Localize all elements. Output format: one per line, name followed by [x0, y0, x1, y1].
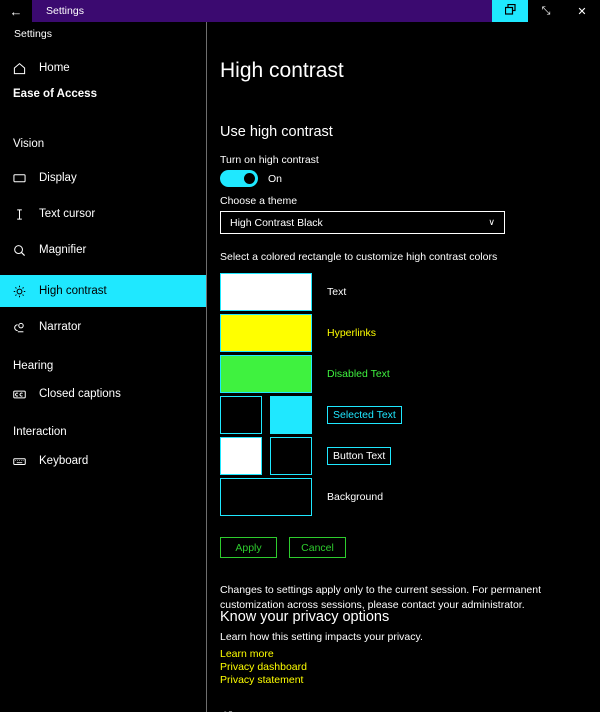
- sidebar-item-label: Closed captions: [39, 388, 121, 400]
- swatch-color-button-text-fg[interactable]: [220, 437, 262, 475]
- toggle-state-label: On: [268, 172, 283, 185]
- sidebar-item-label: Magnifier: [39, 244, 87, 256]
- swatch-label: Background: [327, 491, 384, 503]
- narrator-icon: [13, 321, 35, 334]
- swatch-label: Text: [327, 286, 347, 298]
- button-gap: [277, 537, 289, 558]
- swatch-color-selected-text-fg[interactable]: [220, 396, 262, 434]
- sidebar-item-text-cursor[interactable]: Text cursor: [0, 198, 206, 230]
- sidebar-item-label: High contrast: [39, 285, 107, 297]
- swatch-row-disabled-text[interactable]: Disabled Text: [220, 355, 390, 393]
- restore-window-button[interactable]: [492, 0, 528, 22]
- sidebar-category: Ease of Access: [13, 88, 97, 100]
- title-bar: ← Settings ⤡ ✕: [0, 0, 600, 22]
- swatch-row-button-text[interactable]: Button Text: [220, 437, 392, 475]
- page-title: High contrast: [220, 59, 344, 82]
- sidebar-item-magnifier[interactable]: Magnifier: [0, 234, 206, 266]
- chevron-down-icon: ∨: [488, 217, 495, 227]
- high-contrast-toggle[interactable]: [220, 170, 258, 187]
- sidebar-item-high-contrast[interactable]: High contrast: [0, 275, 206, 307]
- display-icon: [13, 172, 35, 185]
- magnifier-icon: [13, 244, 35, 257]
- sidebar-item-label: Keyboard: [39, 455, 89, 467]
- sidebar-group-hearing: Hearing: [13, 360, 54, 372]
- sidebar-item-label: Text cursor: [39, 208, 96, 220]
- privacy-subtext: Learn how this setting impacts your priv…: [220, 631, 423, 643]
- swatch-color-disabled-text[interactable]: [220, 355, 312, 393]
- section-title: Use high contrast: [220, 124, 333, 140]
- toggle-label: Turn on high contrast: [220, 154, 319, 166]
- sidebar-item-label: Narrator: [39, 321, 82, 333]
- text-cursor-icon: [13, 208, 35, 221]
- close-window-button[interactable]: ✕: [564, 0, 600, 22]
- link-learn-more[interactable]: Learn more: [220, 648, 274, 660]
- sidebar-item-keyboard[interactable]: Keyboard: [0, 445, 206, 477]
- sidebar-item-display[interactable]: Display: [0, 162, 206, 194]
- high-contrast-toggle-row[interactable]: On: [220, 170, 282, 187]
- swatch-color-text[interactable]: [220, 273, 312, 311]
- swatch-row-hyperlinks[interactable]: Hyperlinks: [220, 314, 376, 352]
- sidebar-item-label: Display: [39, 172, 77, 184]
- sidebar-item-home[interactable]: Home: [0, 52, 206, 84]
- restore-window-icon: [504, 3, 516, 18]
- swatch-row-background[interactable]: Background: [220, 478, 383, 516]
- window-title: Settings: [46, 5, 84, 17]
- sidebar-item-narrator[interactable]: Narrator: [0, 311, 206, 343]
- swatch-row-selected-text[interactable]: Selected Text: [220, 396, 402, 434]
- sidebar-app-title: Settings: [14, 28, 52, 40]
- toggle-knob: [244, 173, 255, 184]
- back-arrow-icon: ←: [9, 3, 23, 19]
- action-buttons: Apply Cancel: [220, 537, 346, 558]
- maximize-window-button[interactable]: ⤡: [528, 0, 564, 22]
- link-privacy-statement[interactable]: Privacy statement: [220, 674, 303, 686]
- sidebar-group-vision: Vision: [13, 138, 45, 150]
- sidebar-item-label: Home: [39, 62, 70, 74]
- back-button[interactable]: ←: [0, 0, 32, 22]
- swatch-row-text[interactable]: Text: [220, 273, 346, 311]
- swatch-color-button-text-bg[interactable]: [270, 437, 312, 475]
- theme-label: Choose a theme: [220, 195, 298, 207]
- sidebar: Settings Home Ease of Access Vision Disp…: [0, 22, 206, 712]
- theme-dropdown[interactable]: High Contrast Black ∨: [220, 211, 505, 234]
- close-icon: ✕: [577, 5, 587, 18]
- swatch-label: Selected Text: [327, 406, 402, 424]
- keyboard-icon: [13, 455, 35, 468]
- sidebar-group-interaction: Interaction: [13, 426, 67, 438]
- home-icon: [13, 62, 35, 75]
- window-title-strip: Settings: [32, 0, 492, 22]
- main-content: High contrast Use high contrast Turn on …: [207, 22, 600, 712]
- swatch-label: Button Text: [327, 447, 392, 465]
- cancel-button[interactable]: Cancel: [289, 537, 346, 558]
- swatch-color-background[interactable]: [220, 478, 312, 516]
- sidebar-item-closed-captions[interactable]: Closed captions: [0, 378, 206, 410]
- theme-selected-value: High Contrast Black: [230, 216, 323, 229]
- swatch-label: Hyperlinks: [327, 327, 377, 339]
- closed-captions-icon: [13, 388, 35, 401]
- link-privacy-dashboard[interactable]: Privacy dashboard: [220, 661, 307, 673]
- apply-button[interactable]: Apply: [220, 537, 277, 558]
- swatch-color-selected-text-bg[interactable]: [270, 396, 312, 434]
- swatch-help-text: Select a colored rectangle to customize …: [220, 251, 498, 263]
- maximize-window-icon: ⤡: [541, 4, 551, 17]
- high-contrast-icon: [13, 285, 35, 298]
- swatch-color-hyperlinks[interactable]: [220, 314, 312, 352]
- swatch-label: Disabled Text: [327, 368, 390, 380]
- privacy-section-title: Know your privacy options: [220, 609, 390, 625]
